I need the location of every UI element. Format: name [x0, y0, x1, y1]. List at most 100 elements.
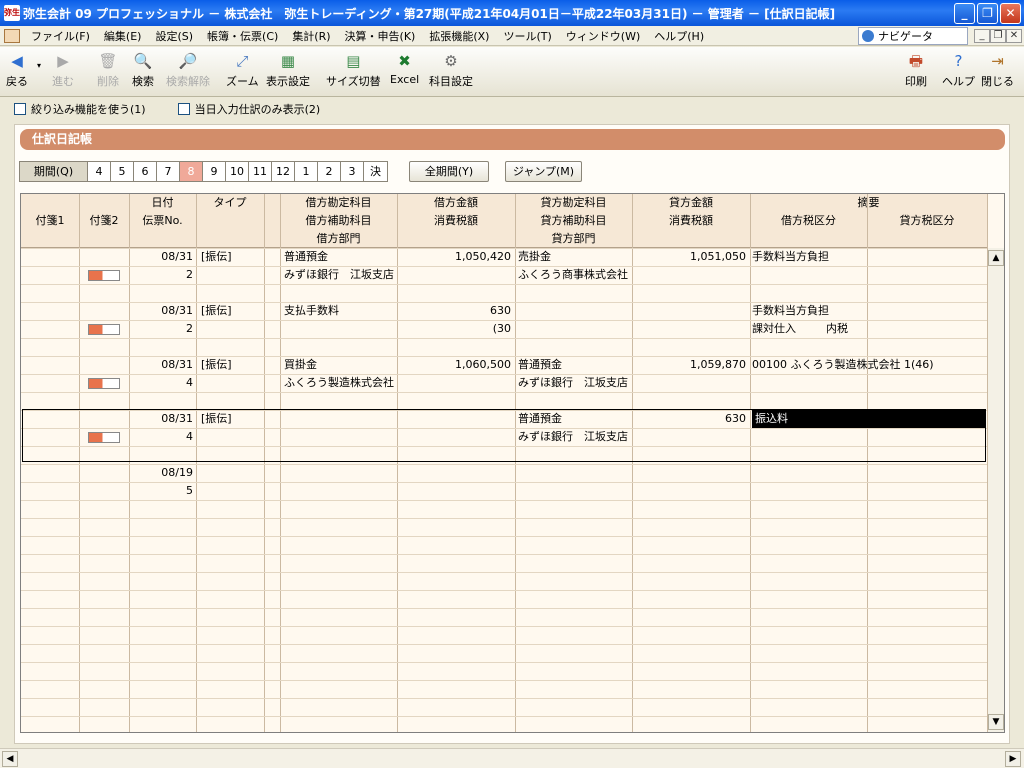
period-6[interactable]: 6: [134, 162, 157, 181]
tag-icon[interactable]: [88, 324, 120, 335]
period-4[interactable]: 4: [88, 162, 111, 181]
entry-type[interactable]: [振伝]: [201, 302, 261, 320]
entry-debit-account[interactable]: [284, 464, 396, 482]
menu-books[interactable]: 帳簿・伝票(C): [200, 28, 285, 44]
header-date[interactable]: 日付: [129, 194, 196, 212]
entry-memo[interactable]: 手数料当方負担: [752, 302, 985, 320]
menu-file[interactable]: ファイル(F): [24, 28, 97, 44]
entry-type[interactable]: [振伝]: [201, 248, 261, 266]
menu-help[interactable]: ヘルプ(H): [647, 28, 711, 44]
menu-totals[interactable]: 集計(R): [285, 28, 337, 44]
entry-debit-taxcat[interactable]: 課対仕入: [752, 320, 822, 338]
period-12[interactable]: 12: [272, 162, 295, 181]
header-credit-amount[interactable]: 貸方金額: [632, 194, 750, 212]
close-window-button[interactable]: ✕: [1000, 2, 1021, 24]
filter-checkbox-box[interactable]: [14, 103, 26, 115]
entry-credit-amount[interactable]: 1,051,050: [634, 248, 746, 266]
header-debit-account[interactable]: 借方勘定科目: [280, 194, 397, 212]
jump-button[interactable]: ジャンプ(M): [505, 161, 582, 182]
forward-button[interactable]: ▶ 進む: [52, 51, 74, 89]
entry-debit-sub[interactable]: みずほ銀行 江坂支店: [284, 266, 396, 284]
entry-debit-sub[interactable]: [284, 320, 396, 338]
entry-credit-sub[interactable]: [518, 320, 630, 338]
entry-slip[interactable]: 2: [131, 320, 193, 338]
filter-checkbox[interactable]: 絞り込み機能を使う(1): [14, 101, 146, 117]
scroll-left-icon[interactable]: ◀: [2, 751, 18, 767]
period-3[interactable]: 3: [341, 162, 364, 181]
entry-credit-taxcat[interactable]: 内税: [826, 320, 866, 338]
period-9[interactable]: 9: [203, 162, 226, 181]
entry-credit-amount[interactable]: [634, 302, 746, 320]
menu-extensions[interactable]: 拡張機能(X): [422, 28, 496, 44]
menu-tools[interactable]: ツール(T): [496, 28, 558, 44]
entry-credit-taxcat[interactable]: [826, 266, 866, 284]
header-credit-dept[interactable]: 貸方部門: [515, 230, 632, 248]
period-closing[interactable]: 決: [364, 162, 387, 181]
delete-button[interactable]: 🗑 削除: [97, 51, 119, 89]
print-button[interactable]: 🖶 印刷: [905, 51, 927, 89]
entry-credit-tax[interactable]: [634, 266, 746, 284]
period-8[interactable]: 8: [180, 162, 203, 181]
header-type[interactable]: タイプ: [196, 194, 264, 212]
vertical-scrollbar[interactable]: ▲ ▼: [987, 248, 1004, 732]
entry-credit-sub[interactable]: [518, 482, 630, 500]
header-credit-account[interactable]: 貸方勘定科目: [515, 194, 632, 212]
entry-slip[interactable]: 5: [131, 482, 193, 500]
entry-credit-account[interactable]: 普通預金: [518, 356, 630, 374]
header-debit-amount[interactable]: 借方金額: [397, 194, 515, 212]
entry-credit-amount[interactable]: 1,059,870: [634, 356, 746, 374]
header-credit-sub[interactable]: 貸方補助科目: [515, 212, 632, 230]
scroll-right-icon[interactable]: ▶: [1005, 751, 1021, 767]
entry-memo[interactable]: 00100 ふくろう製造株式会社 1(46): [752, 356, 985, 374]
entry-date[interactable]: 08/19: [131, 464, 193, 482]
header-tag1[interactable]: 付箋1: [21, 212, 79, 230]
header-debit-dept[interactable]: 借方部門: [280, 230, 397, 248]
entry-credit-account[interactable]: [518, 302, 630, 320]
header-debit-tax[interactable]: 消費税額: [397, 212, 515, 230]
entry-credit-sub[interactable]: みずほ銀行 江坂支店: [518, 374, 630, 392]
entry-memo[interactable]: 手数料当方負担: [752, 248, 985, 266]
period-11[interactable]: 11: [249, 162, 272, 181]
menu-closing[interactable]: 決算・申告(K): [338, 28, 423, 44]
back-dropdown-icon[interactable]: ▾: [37, 61, 41, 70]
header-debit-sub[interactable]: 借方補助科目: [280, 212, 397, 230]
entry-credit-taxcat[interactable]: [826, 374, 866, 392]
menu-edit[interactable]: 編集(E): [97, 28, 149, 44]
header-debit-taxcat[interactable]: 借方税区分: [750, 212, 867, 230]
entry-credit-amount[interactable]: [634, 464, 746, 482]
entry-debit-account[interactable]: 普通預金: [284, 248, 396, 266]
tag-icon[interactable]: [88, 378, 120, 389]
horizontal-scrollbar[interactable]: ◀ ▶: [0, 748, 1024, 768]
entry-date[interactable]: 08/31: [131, 302, 193, 320]
entry-debit-tax[interactable]: [399, 374, 511, 392]
entry-credit-account[interactable]: 売掛金: [518, 248, 630, 266]
entry-slip[interactable]: 2: [131, 266, 193, 284]
period-1[interactable]: 1: [295, 162, 318, 181]
entry-credit-tax[interactable]: [634, 482, 746, 500]
restore-button[interactable]: ❐: [977, 2, 998, 24]
search-button[interactable]: 🔍 検索: [132, 51, 154, 89]
help-button[interactable]: ? ヘルプ: [942, 51, 975, 89]
entry-debit-tax[interactable]: [399, 266, 511, 284]
entry-debit-sub[interactable]: [284, 482, 396, 500]
mdi-restore-button[interactable]: ❐: [990, 29, 1006, 43]
entry-debit-amount[interactable]: [399, 464, 511, 482]
account-settings-button[interactable]: ⚙ 科目設定: [429, 51, 473, 89]
header-tag2[interactable]: 付箋2: [79, 212, 129, 230]
period-2[interactable]: 2: [318, 162, 341, 181]
entry-debit-sub[interactable]: ふくろう製造株式会社: [284, 374, 396, 392]
entry-credit-taxcat[interactable]: [826, 482, 866, 500]
period-5[interactable]: 5: [111, 162, 134, 181]
entry-debit-taxcat[interactable]: [752, 374, 822, 392]
today-only-checkbox-box[interactable]: [177, 103, 190, 115]
entry-type[interactable]: [201, 464, 261, 482]
mdi-minimize-button[interactable]: _: [974, 29, 990, 43]
entry-date[interactable]: 08/31: [131, 248, 193, 266]
zoom-button[interactable]: ⤢ ズーム: [226, 51, 259, 89]
tag-icon[interactable]: [88, 270, 120, 281]
entry-credit-tax[interactable]: [634, 374, 746, 392]
entry-slip[interactable]: 4: [131, 374, 193, 392]
scroll-down-icon[interactable]: ▼: [988, 714, 1004, 730]
entry-date[interactable]: 08/31: [131, 356, 193, 374]
document-icon[interactable]: [4, 28, 20, 43]
